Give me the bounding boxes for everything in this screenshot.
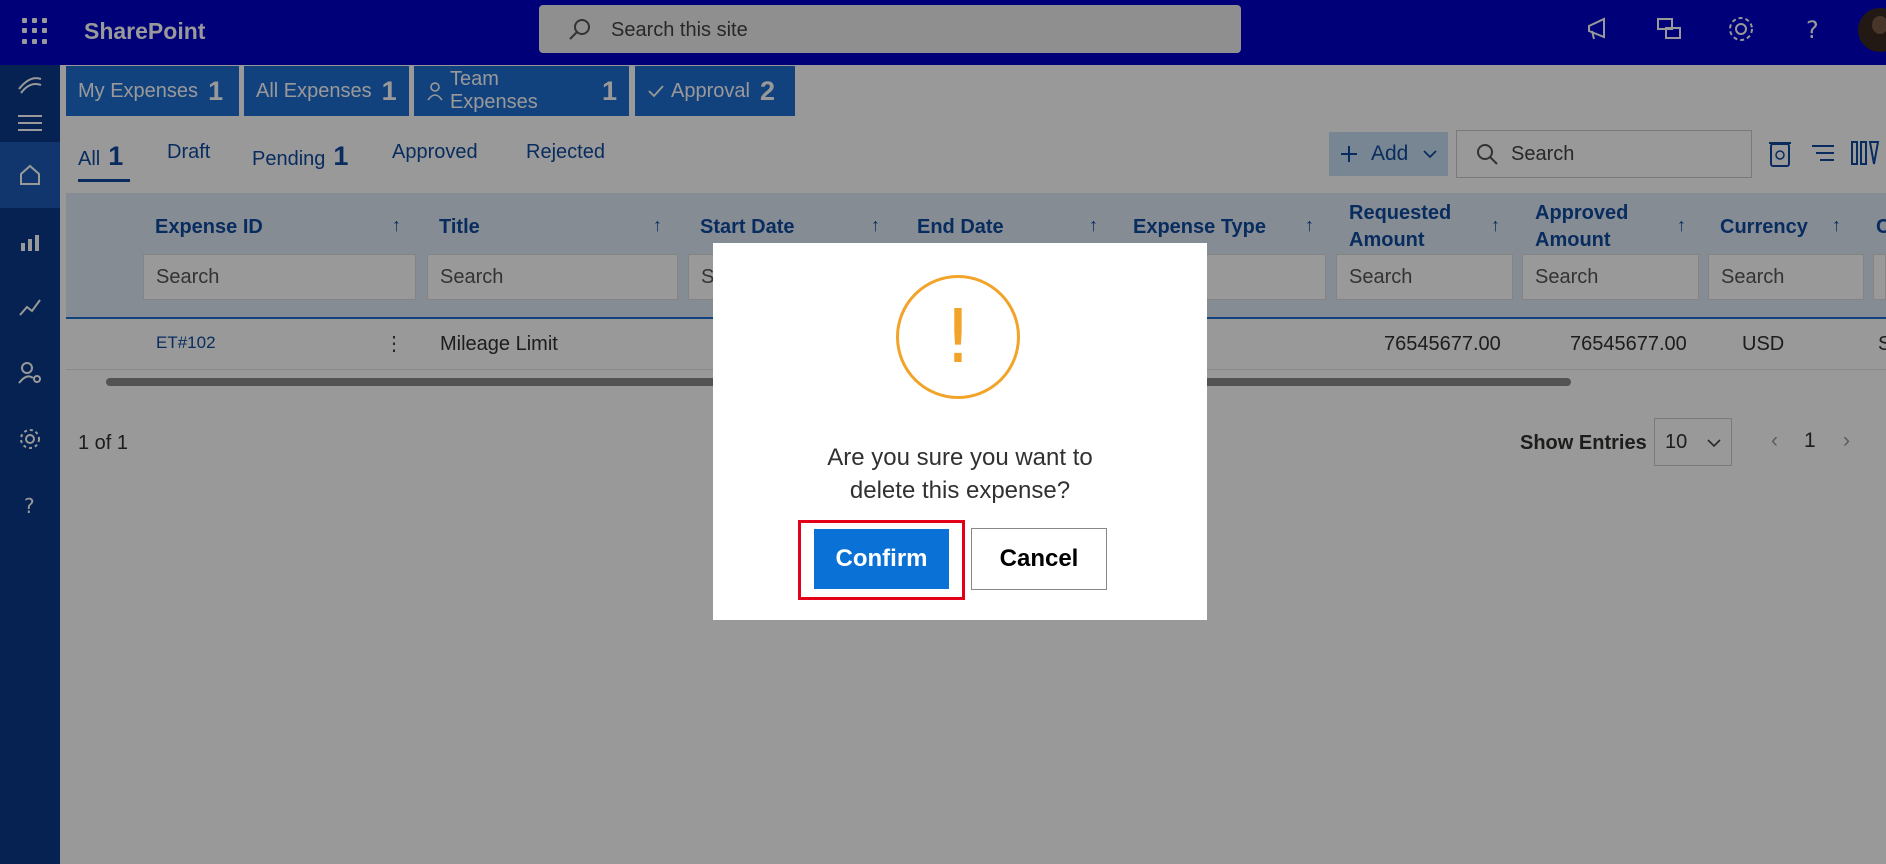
dialog-message-line1: Are you sure you want to [827, 444, 1093, 471]
cancel-button[interactable]: Cancel [971, 528, 1107, 590]
delete-confirm-dialog: ! Are you sure you want to delete this e… [713, 243, 1207, 620]
dialog-message: Are you sure you want to delete this exp… [713, 441, 1207, 507]
confirm-button[interactable]: Confirm [814, 529, 949, 589]
warning-icon: ! [896, 275, 1020, 399]
dialog-message-line2: delete this expense? [849, 477, 1071, 504]
